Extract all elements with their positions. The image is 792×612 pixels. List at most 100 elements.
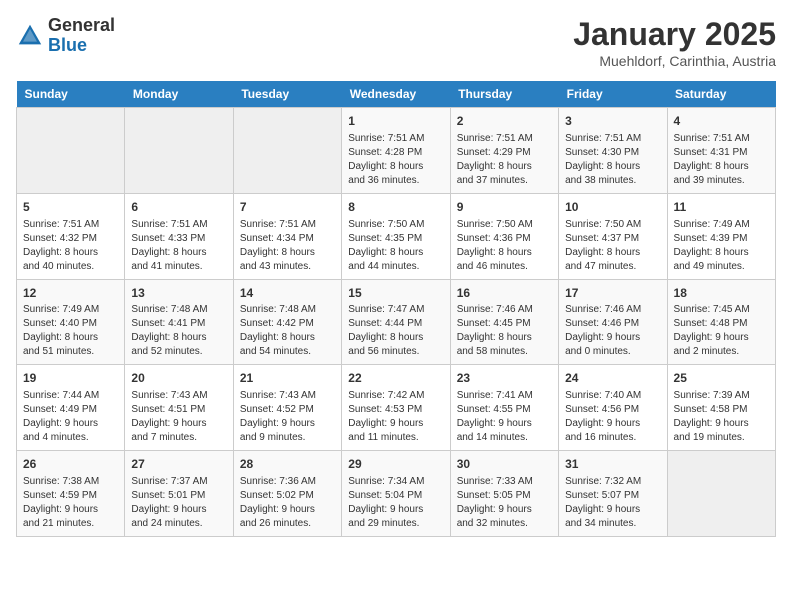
day-number: 21 [240, 370, 335, 387]
calendar-cell: 17Sunrise: 7:46 AM Sunset: 4:46 PM Dayli… [559, 279, 667, 365]
day-number: 22 [348, 370, 443, 387]
logo-icon [16, 22, 44, 50]
day-number: 7 [240, 199, 335, 216]
title-block: January 2025 Muehldorf, Carinthia, Austr… [573, 16, 776, 69]
calendar-cell: 3 Sunrise: 7:51 AM Sunset: 4:30 PM Daylig… [559, 108, 667, 194]
day-info: Sunrise: 7:46 AM Sunset: 4:46 PM Dayligh… [565, 303, 660, 359]
day-info: Sunrise: 7:51 AM Sunset: 4:28 PM Dayligh… [348, 132, 443, 188]
day-number: 14 [240, 285, 335, 302]
calendar-cell: 8Sunrise: 7:50 AM Sunset: 4:35 PM Daylig… [342, 193, 450, 279]
calendar-cell [125, 108, 233, 194]
calendar-cell: 23 Sunrise: 7:41 AM Sunset: 4:55 PM Dayli… [450, 365, 558, 451]
day-number: 19 [23, 370, 118, 387]
day-number: 30 [457, 456, 552, 473]
day-number: 29 [348, 456, 443, 473]
day-info: Sunrise: 7:50 AM Sunset: 4:37 PM Dayligh… [565, 218, 660, 274]
day-number: 27 [131, 456, 226, 473]
calendar-cell: 25Sunrise: 7:39 AM Sunset: 4:58 PM Dayli… [667, 365, 775, 451]
day-info: Sunrise: 7:33 AM Sunset: 5:05 PM Dayligh… [457, 475, 552, 531]
day-number: 3 [565, 113, 660, 130]
day-number: 23 [457, 370, 552, 387]
day-number: 17 [565, 285, 660, 302]
day-number: 24 [565, 370, 660, 387]
calendar-cell: 18Sunrise: 7:45 AM Sunset: 4:48 PM Dayli… [667, 279, 775, 365]
day-info: Sunrise: 7:47 AM Sunset: 4:44 PM Dayligh… [348, 303, 443, 359]
day-info: Sunrise: 7:51 AM Sunset: 4:33 PM Dayligh… [131, 218, 226, 274]
day-info: Sunrise: 7:49 AM Sunset: 4:39 PM Dayligh… [674, 218, 769, 274]
location: Muehldorf, Carinthia, Austria [573, 53, 776, 69]
day-number: 26 [23, 456, 118, 473]
weekday-header: Saturday [667, 81, 775, 108]
calendar-cell: 31 Sunrise: 7:32 AM Sunset: 5:07 PM Dayli… [559, 451, 667, 537]
day-number: 15 [348, 285, 443, 302]
day-number: 28 [240, 456, 335, 473]
day-info: Sunrise: 7:44 AM Sunset: 4:49 PM Dayligh… [23, 389, 118, 445]
calendar-week-row: 26Sunrise: 7:38 AM Sunset: 4:59 PM Dayli… [17, 451, 776, 537]
calendar-week-row: 1 Sunrise: 7:51 AM Sunset: 4:28 PM Daylig… [17, 108, 776, 194]
day-number: 5 [23, 199, 118, 216]
calendar-cell: 14Sunrise: 7:48 AM Sunset: 4:42 PM Dayli… [233, 279, 341, 365]
day-number: 1 [348, 113, 443, 130]
calendar-cell: 4Sunrise: 7:51 AM Sunset: 4:31 PM Daylig… [667, 108, 775, 194]
weekday-header: Sunday [17, 81, 125, 108]
day-number: 31 [565, 456, 660, 473]
day-number: 16 [457, 285, 552, 302]
day-number: 6 [131, 199, 226, 216]
day-number: 10 [565, 199, 660, 216]
day-info: Sunrise: 7:45 AM Sunset: 4:48 PM Dayligh… [674, 303, 769, 359]
calendar-cell: 29Sunrise: 7:34 AM Sunset: 5:04 PM Dayli… [342, 451, 450, 537]
day-info: Sunrise: 7:36 AM Sunset: 5:02 PM Dayligh… [240, 475, 335, 531]
calendar-cell: 28 Sunrise: 7:36 AM Sunset: 5:02 PM Dayli… [233, 451, 341, 537]
calendar-cell: 21Sunrise: 7:43 AM Sunset: 4:52 PM Dayli… [233, 365, 341, 451]
calendar-cell: 24 Sunrise: 7:40 AM Sunset: 4:56 PM Dayli… [559, 365, 667, 451]
calendar-cell: 15Sunrise: 7:47 AM Sunset: 4:44 PM Dayli… [342, 279, 450, 365]
day-info: Sunrise: 7:48 AM Sunset: 4:42 PM Dayligh… [240, 303, 335, 359]
day-info: Sunrise: 7:42 AM Sunset: 4:53 PM Dayligh… [348, 389, 443, 445]
logo-text: General Blue [48, 16, 115, 56]
day-number: 9 [457, 199, 552, 216]
day-info: Sunrise: 7:46 AM Sunset: 4:45 PM Dayligh… [457, 303, 552, 359]
calendar-cell: 5 Sunrise: 7:51 AM Sunset: 4:32 PM Daylig… [17, 193, 125, 279]
day-info: Sunrise: 7:41 AM Sunset: 4:55 PM Dayligh… [457, 389, 552, 445]
weekday-header: Wednesday [342, 81, 450, 108]
logo: General Blue [16, 16, 115, 56]
day-info: Sunrise: 7:50 AM Sunset: 4:36 PM Dayligh… [457, 218, 552, 274]
day-info: Sunrise: 7:32 AM Sunset: 5:07 PM Dayligh… [565, 475, 660, 531]
logo-blue: Blue [48, 36, 115, 56]
day-number: 11 [674, 199, 769, 216]
day-info: Sunrise: 7:49 AM Sunset: 4:40 PM Dayligh… [23, 303, 118, 359]
calendar-cell: 6 Sunrise: 7:51 AM Sunset: 4:33 PM Daylig… [125, 193, 233, 279]
calendar-cell: 10 Sunrise: 7:50 AM Sunset: 4:37 PM Dayli… [559, 193, 667, 279]
day-info: Sunrise: 7:51 AM Sunset: 4:30 PM Dayligh… [565, 132, 660, 188]
calendar-cell [233, 108, 341, 194]
calendar-cell: 1 Sunrise: 7:51 AM Sunset: 4:28 PM Daylig… [342, 108, 450, 194]
calendar-week-row: 12Sunrise: 7:49 AM Sunset: 4:40 PM Dayli… [17, 279, 776, 365]
day-info: Sunrise: 7:39 AM Sunset: 4:58 PM Dayligh… [674, 389, 769, 445]
calendar-cell: 19 Sunrise: 7:44 AM Sunset: 4:49 PM Dayli… [17, 365, 125, 451]
day-info: Sunrise: 7:51 AM Sunset: 4:34 PM Dayligh… [240, 218, 335, 274]
calendar-cell [17, 108, 125, 194]
day-number: 13 [131, 285, 226, 302]
day-info: Sunrise: 7:37 AM Sunset: 5:01 PM Dayligh… [131, 475, 226, 531]
calendar-cell: 2Sunrise: 7:51 AM Sunset: 4:29 PM Daylig… [450, 108, 558, 194]
weekday-header-row: SundayMondayTuesdayWednesdayThursdayFrid… [17, 81, 776, 108]
day-info: Sunrise: 7:50 AM Sunset: 4:35 PM Dayligh… [348, 218, 443, 274]
day-number: 20 [131, 370, 226, 387]
day-info: Sunrise: 7:51 AM Sunset: 4:32 PM Dayligh… [23, 218, 118, 274]
calendar-cell: 16Sunrise: 7:46 AM Sunset: 4:45 PM Dayli… [450, 279, 558, 365]
day-info: Sunrise: 7:48 AM Sunset: 4:41 PM Dayligh… [131, 303, 226, 359]
day-info: Sunrise: 7:40 AM Sunset: 4:56 PM Dayligh… [565, 389, 660, 445]
weekday-header: Friday [559, 81, 667, 108]
calendar-week-row: 5 Sunrise: 7:51 AM Sunset: 4:32 PM Daylig… [17, 193, 776, 279]
day-number: 4 [674, 113, 769, 130]
day-number: 12 [23, 285, 118, 302]
day-info: Sunrise: 7:51 AM Sunset: 4:29 PM Dayligh… [457, 132, 552, 188]
calendar-cell: 26Sunrise: 7:38 AM Sunset: 4:59 PM Dayli… [17, 451, 125, 537]
calendar-cell: 12Sunrise: 7:49 AM Sunset: 4:40 PM Dayli… [17, 279, 125, 365]
calendar: SundayMondayTuesdayWednesdayThursdayFrid… [16, 81, 776, 537]
calendar-cell: 27 Sunrise: 7:37 AM Sunset: 5:01 PM Dayli… [125, 451, 233, 537]
month-title: January 2025 [573, 16, 776, 53]
calendar-cell: 11 Sunrise: 7:49 AM Sunset: 4:39 PM Dayli… [667, 193, 775, 279]
calendar-cell: 22 Sunrise: 7:42 AM Sunset: 4:53 PM Dayli… [342, 365, 450, 451]
calendar-week-row: 19 Sunrise: 7:44 AM Sunset: 4:49 PM Dayli… [17, 365, 776, 451]
